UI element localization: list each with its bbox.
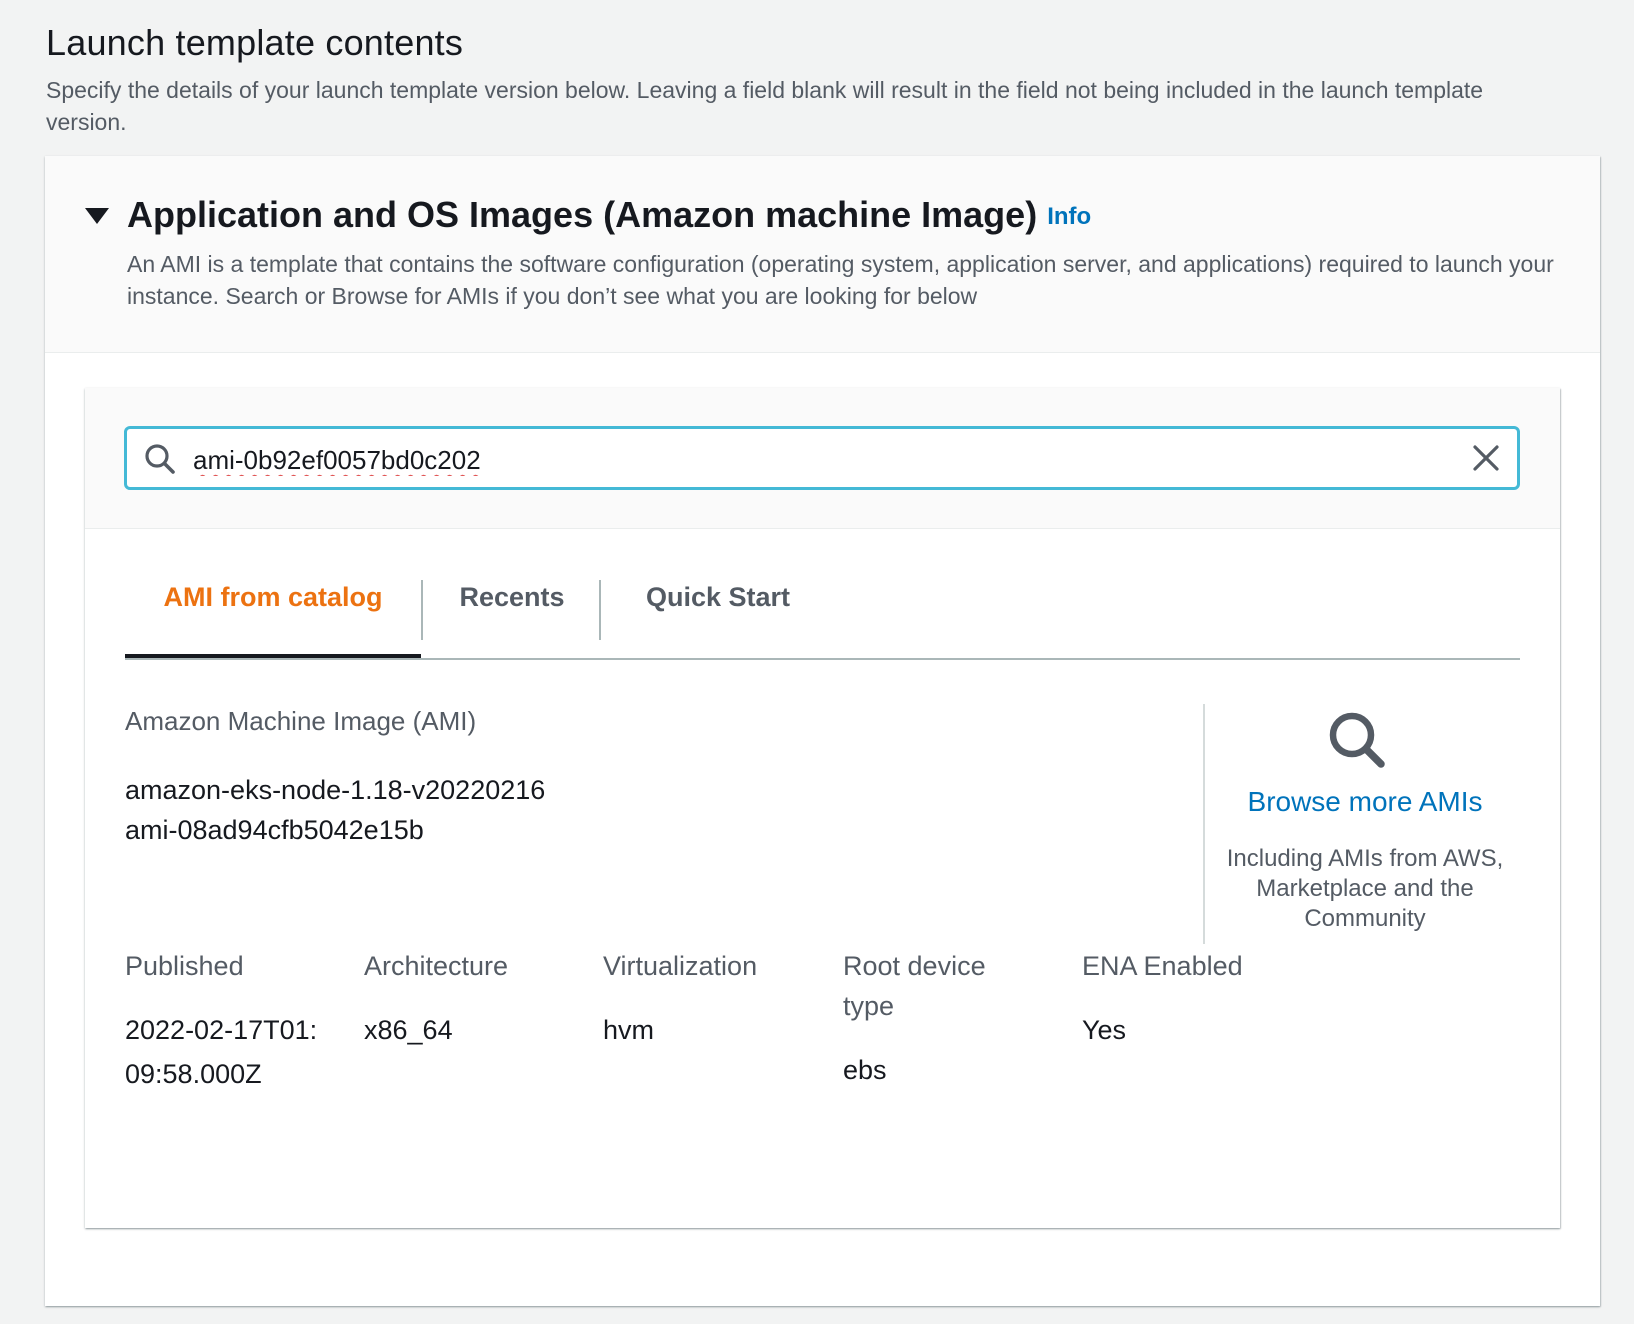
attribute-value: hvm bbox=[603, 1015, 655, 1045]
attribute-architecture: Architecture x86_64 bbox=[364, 946, 584, 1052]
tab-divider bbox=[599, 580, 601, 640]
tab-ami-from-catalog[interactable]: AMI from catalog bbox=[125, 566, 421, 658]
attribute-value: ebs bbox=[843, 1055, 887, 1085]
attribute-published: Published 2022-02-17T01:09:58.000Z bbox=[125, 946, 345, 1096]
section-title: Application and OS Images (Amazon machin… bbox=[127, 194, 1091, 236]
browse-description: Including AMIs from AWS, Marketplace and… bbox=[1226, 845, 1504, 932]
section-header: Application and OS Images (Amazon machin… bbox=[45, 156, 1600, 353]
ami-selector-card: AMI from catalog Recents Quick Start Ama… bbox=[85, 388, 1560, 1228]
search-icon bbox=[1329, 712, 1385, 768]
attribute-ena-enabled: ENA Enabled Yes bbox=[1082, 946, 1302, 1052]
attribute-value: Yes bbox=[1082, 1015, 1127, 1045]
tab-quick-start[interactable]: Quick Start bbox=[603, 566, 833, 658]
close-icon[interactable] bbox=[1469, 441, 1503, 475]
section-description: An AMI is a template that contains the s… bbox=[127, 251, 1554, 309]
search-icon bbox=[145, 444, 175, 474]
attribute-label: ENA Enabled bbox=[1082, 951, 1243, 981]
page-description: Specify the details of your launch templ… bbox=[46, 77, 1484, 135]
ami-id: ami-08ad94cfb5042e15b bbox=[125, 815, 424, 845]
attribute-value: x86_64 bbox=[364, 1015, 453, 1045]
ami-name: amazon-eks-node-1.18-v20220216 bbox=[125, 775, 546, 805]
ami-label: Amazon Machine Image (AMI) bbox=[125, 706, 477, 736]
attribute-label: Architecture bbox=[364, 951, 509, 981]
tab-divider bbox=[421, 580, 423, 640]
info-link[interactable]: Info bbox=[1047, 203, 1091, 230]
ami-tabs: AMI from catalog Recents Quick Start bbox=[125, 566, 1520, 660]
attribute-label: Published bbox=[125, 951, 244, 981]
ami-search-input[interactable] bbox=[191, 437, 1435, 483]
attribute-virtualization: Virtualization hvm bbox=[603, 946, 823, 1052]
page-title: Launch template contents bbox=[46, 22, 464, 63]
browse-more-amis-link[interactable]: Browse more AMIs bbox=[1205, 786, 1525, 818]
attribute-value: 2022-02-17T01:09:58.000Z bbox=[125, 1015, 318, 1089]
caret-down-icon[interactable] bbox=[85, 208, 109, 224]
search-area bbox=[85, 388, 1560, 529]
section-title-text: Application and OS Images (Amazon machin… bbox=[127, 194, 1038, 235]
ami-section-container: Application and OS Images (Amazon machin… bbox=[45, 156, 1600, 1306]
attribute-label: Root device type bbox=[843, 951, 986, 1021]
tab-recents[interactable]: Recents bbox=[425, 566, 599, 658]
search-box[interactable] bbox=[124, 426, 1520, 490]
attribute-label: Virtualization bbox=[603, 951, 758, 981]
attribute-root-device-type: Root device type ebs bbox=[843, 946, 1023, 1092]
